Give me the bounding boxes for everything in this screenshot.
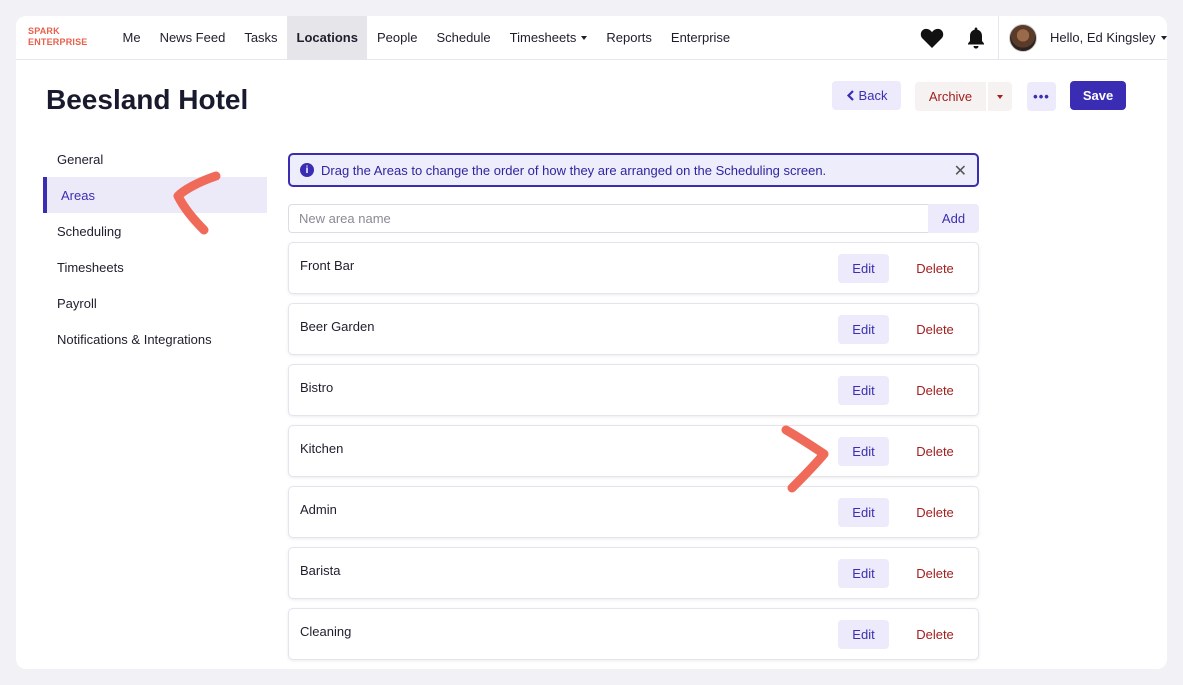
- settings-sidebar: General Areas Scheduling Timesheets Payroll N…: [43, 141, 267, 357]
- sidebar-item-label: Areas: [61, 187, 95, 203]
- archive-button[interactable]: Archive: [915, 82, 986, 111]
- delete-area-button[interactable]: Delete: [901, 315, 969, 344]
- nav-item-me[interactable]: Me: [113, 16, 150, 59]
- user-greeting-label: Hello, Ed Kingsley: [1050, 30, 1156, 45]
- nav-menu: Me News Feed Tasks Locations People Schedule T…: [113, 16, 740, 59]
- nav-item-label: People: [376, 30, 418, 45]
- save-button[interactable]: Save: [1070, 81, 1126, 110]
- area-row[interactable]: Bistro Edit Delete: [288, 364, 979, 416]
- area-row[interactable]: Beer Garden Edit Delete: [288, 303, 979, 355]
- back-button[interactable]: Back: [832, 81, 901, 110]
- annotation-arrow-right-icon: [781, 425, 829, 493]
- sidebar-item-general[interactable]: General: [43, 141, 267, 177]
- top-navigation: SPARK ENTERPRISE Me News Feed Tasks Locatio…: [16, 16, 1167, 60]
- delete-area-button[interactable]: Delete: [901, 498, 969, 527]
- nav-item-news-feed[interactable]: News Feed: [150, 16, 235, 59]
- avatar[interactable]: [1009, 24, 1037, 52]
- area-row[interactable]: Admin Edit Delete: [288, 486, 979, 538]
- caret-down-icon: [997, 94, 1003, 99]
- sidebar-item-areas[interactable]: Areas: [43, 177, 267, 213]
- area-name: Bistro: [300, 380, 334, 395]
- nav-divider: [998, 16, 999, 59]
- edit-area-button[interactable]: Edit: [838, 437, 889, 466]
- area-name: Kitchen: [300, 441, 344, 456]
- sidebar-item-label: Timesheets: [57, 259, 124, 275]
- edit-area-button[interactable]: Edit: [838, 498, 889, 527]
- brand-logo[interactable]: SPARK ENTERPRISE: [28, 26, 108, 48]
- nav-item-people[interactable]: People: [367, 16, 426, 59]
- chevron-down-icon: [1160, 35, 1167, 40]
- edit-area-button[interactable]: Edit: [838, 315, 889, 344]
- nav-item-enterprise[interactable]: Enterprise: [661, 16, 739, 59]
- area-name: Admin: [300, 502, 337, 517]
- more-options-button[interactable]: •••: [1027, 82, 1056, 111]
- edit-area-button[interactable]: Edit: [838, 254, 889, 283]
- sidebar-item-notifications-integrations[interactable]: Notifications & Integrations: [43, 321, 267, 357]
- area-row[interactable]: Front Bar Edit Delete: [288, 242, 979, 294]
- heart-icon[interactable]: [920, 27, 944, 49]
- sidebar-item-label: Payroll: [57, 295, 97, 311]
- nav-item-reports[interactable]: Reports: [597, 16, 662, 59]
- sidebar-item-label: Notifications & Integrations: [57, 331, 212, 347]
- delete-area-button[interactable]: Delete: [901, 376, 969, 405]
- delete-area-button[interactable]: Delete: [901, 437, 969, 466]
- sidebar-item-label: Scheduling: [57, 223, 122, 239]
- delete-area-button[interactable]: Delete: [901, 620, 969, 649]
- edit-area-button[interactable]: Edit: [838, 620, 889, 649]
- annotation-arrow-left-icon: [173, 171, 221, 235]
- sidebar-item-payroll[interactable]: Payroll: [43, 285, 267, 321]
- area-row[interactable]: Cleaning Edit Delete: [288, 608, 979, 660]
- nav-item-label: Locations: [296, 30, 358, 45]
- nav-item-label: News Feed: [159, 30, 226, 45]
- sidebar-item-label: General: [57, 151, 104, 167]
- chevron-down-icon: [581, 35, 588, 40]
- nav-item-label: Tasks: [244, 30, 278, 45]
- delete-area-button[interactable]: Delete: [901, 254, 969, 283]
- sidebar-item-scheduling[interactable]: Scheduling: [43, 213, 267, 249]
- info-banner-text: Drag the Areas to change the order of ho…: [321, 162, 827, 178]
- brand-line-2: ENTERPRISE: [28, 37, 88, 47]
- close-icon[interactable]: ✕: [954, 161, 967, 181]
- nav-item-schedule[interactable]: Schedule: [427, 16, 500, 59]
- nav-item-label: Enterprise: [670, 30, 731, 45]
- new-area-input[interactable]: [288, 204, 928, 233]
- chevron-left-icon: [846, 90, 854, 101]
- area-name: Barista: [300, 563, 341, 578]
- nav-item-label: Me: [122, 30, 141, 45]
- sidebar-item-timesheets[interactable]: Timesheets: [43, 249, 267, 285]
- nav-item-timesheets[interactable]: Timesheets: [500, 16, 597, 59]
- area-name: Cleaning: [300, 624, 352, 639]
- area-row[interactable]: Barista Edit Delete: [288, 547, 979, 599]
- nav-item-tasks[interactable]: Tasks: [235, 16, 287, 59]
- area-row[interactable]: Kitchen Edit Delete: [288, 425, 979, 477]
- edit-area-button[interactable]: Edit: [838, 559, 889, 588]
- page-title: Beesland Hotel: [46, 84, 249, 115]
- delete-area-button[interactable]: Delete: [901, 559, 969, 588]
- nav-item-locations[interactable]: Locations: [287, 16, 368, 59]
- nav-item-label: Timesheets: [509, 30, 577, 45]
- nav-item-label: Schedule: [436, 30, 491, 45]
- user-menu[interactable]: Hello, Ed Kingsley: [1050, 16, 1167, 59]
- bell-icon[interactable]: [966, 26, 986, 50]
- back-button-label: Back: [858, 88, 888, 103]
- area-name: Front Bar: [300, 258, 355, 273]
- archive-dropdown-button[interactable]: [988, 82, 1012, 111]
- info-banner: i Drag the Areas to change the order of …: [288, 153, 979, 187]
- area-name: Beer Garden: [300, 319, 375, 334]
- info-icon: i: [300, 163, 314, 177]
- edit-area-button[interactable]: Edit: [838, 376, 889, 405]
- brand-line-1: SPARK: [28, 26, 60, 36]
- app-window: SPARK ENTERPRISE Me News Feed Tasks Locatio…: [16, 16, 1167, 669]
- add-area-button[interactable]: Add: [928, 204, 979, 233]
- nav-item-label: Reports: [606, 30, 652, 45]
